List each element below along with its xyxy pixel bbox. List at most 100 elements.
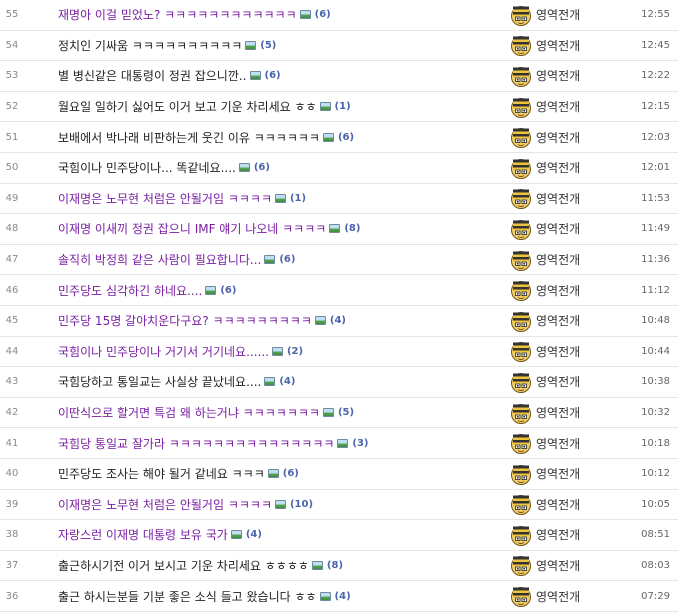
post-title-link[interactable]: 출근하시기전 이거 보시고 기운 차리세요 ㅎㅎㅎㅎ [58, 557, 309, 574]
comment-count[interactable]: (6) [279, 254, 295, 265]
post-number: 44 [5, 345, 19, 357]
image-attachment-icon [274, 499, 286, 509]
post-title-cell: 국힘이나 민주당이나 거기서 거기네요...... (2) [58, 337, 498, 367]
post-time: 12:01 [641, 162, 670, 174]
post-time: 11:36 [641, 254, 670, 266]
image-attachment-icon [311, 560, 323, 570]
post-row: 37 출근하시기전 이거 보시고 기운 차리세요 ㅎㅎㅎㅎ (8) 영역전개 0… [0, 551, 678, 582]
post-title-link[interactable]: 이재명 이새끼 정권 잡으니 IMF 얘기 나오네 ㅋㅋㅋㅋ [58, 220, 326, 237]
writer-name: 영역전개 [536, 222, 581, 237]
post-writer[interactable]: 영역전개 [510, 398, 580, 428]
post-title-link[interactable]: 이딴식으로 할거면 특검 왜 하는거냐 ㅋㅋㅋㅋㅋㅋㅋ [58, 404, 320, 421]
post-writer[interactable]: 영역전개 [510, 428, 580, 458]
post-writer[interactable]: 영역전개 [510, 459, 580, 489]
post-title-link[interactable]: 국힘당 통일교 잘가라 ㅋㅋㅋㅋㅋㅋㅋㅋㅋㅋㅋㅋㅋㅋㅋ [58, 435, 334, 452]
writer-name: 영역전개 [536, 8, 581, 23]
post-title-link[interactable]: 재명아 이걸 믿었노? ㅋㅋㅋㅋㅋㅋㅋㅋㅋㅋㅋㅋ [58, 6, 297, 23]
writer-name: 영역전개 [536, 38, 581, 53]
post-title-link[interactable]: 국힘당하고 통일교는 사실상 끝났네요.... [58, 373, 261, 390]
post-writer[interactable]: 영역전개 [510, 551, 580, 581]
post-writer[interactable]: 영역전개 [510, 337, 580, 367]
comment-count[interactable]: (4) [279, 376, 295, 387]
comment-count[interactable]: (4) [330, 315, 346, 326]
post-writer[interactable]: 영역전개 [510, 367, 580, 397]
writer-name: 영역전개 [536, 528, 581, 543]
comment-count[interactable]: (6) [265, 70, 281, 81]
writer-name: 영역전개 [536, 161, 581, 176]
comment-count[interactable]: (3) [352, 438, 368, 449]
post-title-link[interactable]: 월요일 일하기 싫어도 이거 보고 기운 차리세요 ㅎㅎ [58, 98, 317, 115]
post-writer[interactable]: 영역전개 [510, 184, 580, 214]
post-number: 43 [5, 376, 19, 388]
post-title-link[interactable]: 출근 하시는분들 기분 좋은 소식 들고 왔습니다 ㅎㅎ [58, 588, 317, 605]
post-writer[interactable]: 영역전개 [510, 275, 580, 305]
comment-count[interactable]: (6) [254, 162, 270, 173]
writer-name: 영역전개 [536, 375, 581, 390]
comment-count[interactable]: (8) [344, 223, 360, 234]
post-writer[interactable]: 영역전개 [510, 490, 580, 520]
comment-count[interactable]: (4) [335, 591, 351, 602]
comment-count[interactable]: (10) [290, 499, 313, 510]
post-row: 55 재명아 이걸 믿었노? ㅋㅋㅋㅋㅋㅋㅋㅋㅋㅋㅋㅋ (6) 영역전개 12:… [0, 0, 678, 31]
comment-count[interactable]: (2) [287, 346, 303, 357]
post-time: 10:44 [641, 345, 670, 357]
post-title-link[interactable]: 이재명은 노무현 처럼은 안될거임 ㅋㅋㅋㅋ [58, 496, 272, 513]
post-title-link[interactable]: 국힘이나 민주당이나 거기서 거기네요...... [58, 343, 269, 360]
post-title-link[interactable]: 민주당 15명 갈아치운다구요? ㅋㅋㅋㅋㅋㅋㅋㅋㅋ [58, 312, 312, 329]
post-writer[interactable]: 영역전개 [510, 0, 580, 30]
post-writer[interactable]: 영역전개 [510, 306, 580, 336]
post-title-cell: 자랑스런 이재명 대통령 보유 국가 (4) [58, 520, 498, 550]
image-attachment-icon [322, 132, 334, 142]
image-attachment-icon [322, 408, 334, 418]
comment-count[interactable]: (6) [315, 9, 331, 20]
post-row: 39 이재명은 노무현 처럼은 안될거임 ㅋㅋㅋㅋ (10) 영역전개 10:0… [0, 490, 678, 521]
post-time: 10:12 [641, 468, 670, 480]
comment-count[interactable]: (6) [338, 132, 354, 143]
comment-count[interactable]: (6) [283, 468, 299, 479]
comment-count[interactable]: (5) [338, 407, 354, 418]
image-attachment-icon [230, 530, 242, 540]
post-title-link[interactable]: 별 병신같은 대통령이 정권 잡으니깐.. [58, 67, 247, 84]
post-time: 10:38 [641, 376, 670, 388]
post-title-link[interactable]: 솔직히 박정희 같은 사람이 필요합니다... [58, 251, 261, 268]
post-title-link[interactable]: 민주당도 조사는 해야 될거 같네요 ㅋㅋㅋ [58, 465, 265, 482]
writer-name: 영역전개 [536, 100, 581, 115]
striped-hat-avatar-icon [511, 5, 531, 26]
post-writer[interactable]: 영역전개 [510, 153, 580, 183]
writer-name: 영역전개 [536, 344, 581, 359]
post-time: 10:48 [641, 315, 670, 327]
writer-name: 영역전개 [536, 253, 581, 268]
comment-count[interactable]: (6) [220, 285, 236, 296]
post-writer[interactable]: 영역전개 [510, 581, 580, 611]
post-row: 41 국힘당 통일교 잘가라 ㅋㅋㅋㅋㅋㅋㅋㅋㅋㅋㅋㅋㅋㅋㅋ (3) 영역전개 … [0, 428, 678, 459]
post-number: 52 [5, 101, 19, 113]
post-time: 08:03 [641, 559, 670, 571]
post-title-link[interactable]: 민주당도 심각하긴 하네요.... [58, 282, 202, 299]
post-title-link[interactable]: 이재명은 노무현 처럼은 안될거임 ㅋㅋㅋㅋ [58, 190, 272, 207]
striped-hat-avatar-icon [511, 403, 531, 424]
post-title-link[interactable]: 보배에서 박나래 비판하는게 웃긴 이유 ㅋㅋㅋㅋㅋㅋ [58, 129, 320, 146]
post-writer[interactable]: 영역전개 [510, 520, 580, 550]
post-number: 48 [5, 223, 19, 235]
comment-count[interactable]: (8) [327, 560, 343, 571]
post-title-link[interactable]: 국힘이나 민주당이나... 똑같네요.... [58, 159, 236, 176]
post-title-cell: 이딴식으로 할거면 특검 왜 하는거냐 ㅋㅋㅋㅋㅋㅋㅋ (5) [58, 398, 498, 428]
comment-count[interactable]: (1) [335, 101, 351, 112]
striped-hat-avatar-icon [511, 158, 531, 179]
comment-count[interactable]: (5) [260, 40, 276, 51]
post-title-link[interactable]: 자랑스런 이재명 대통령 보유 국가 [58, 526, 228, 543]
post-title-cell: 보배에서 박나래 비판하는게 웃긴 이유 ㅋㅋㅋㅋㅋㅋ (6) [58, 122, 498, 152]
post-writer[interactable]: 영역전개 [510, 245, 580, 275]
post-row: 46 민주당도 심각하긴 하네요.... (6) 영역전개 11:12 [0, 275, 678, 306]
post-writer[interactable]: 영역전개 [510, 214, 580, 244]
post-writer[interactable]: 영역전개 [510, 92, 580, 122]
comment-count[interactable]: (1) [290, 193, 306, 204]
post-writer[interactable]: 영역전개 [510, 61, 580, 91]
post-time: 10:05 [641, 498, 670, 510]
post-row: 49 이재명은 노무현 처럼은 안될거임 ㅋㅋㅋㅋ (1) 영역전개 11:53 [0, 184, 678, 215]
post-writer[interactable]: 영역전개 [510, 31, 580, 61]
post-title-cell: 정치인 기싸움 ㅋㅋㅋㅋㅋㅋㅋㅋㅋㅋ (5) [58, 31, 498, 61]
post-writer[interactable]: 영역전개 [510, 122, 580, 152]
comment-count[interactable]: (4) [246, 529, 262, 540]
post-title-link[interactable]: 정치인 기싸움 ㅋㅋㅋㅋㅋㅋㅋㅋㅋㅋ [58, 37, 242, 54]
